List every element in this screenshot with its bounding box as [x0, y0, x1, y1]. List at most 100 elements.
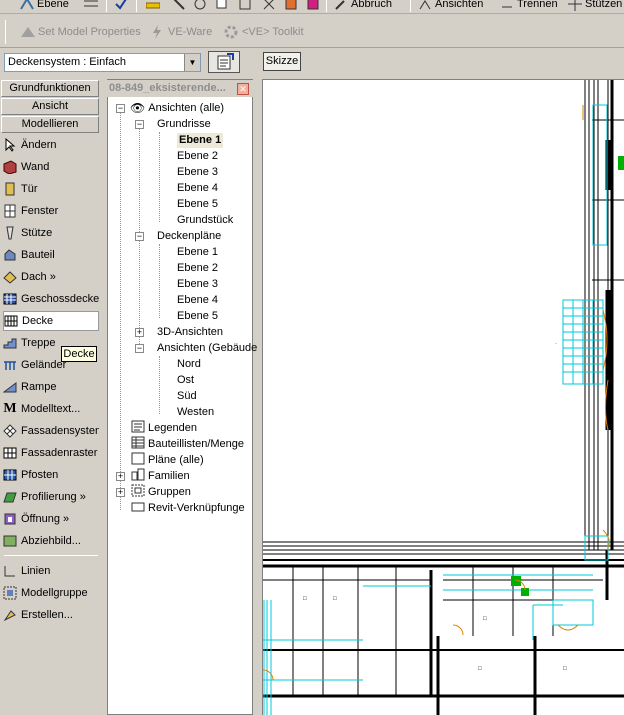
tree-gebaeude-item[interactable]: Nord — [177, 357, 201, 372]
tree-deckenplan-item[interactable]: Ebene 3 — [177, 277, 218, 292]
tree-grundriss-item[interactable]: Grundstück — [177, 213, 233, 228]
design-item-linien[interactable]: Linien — [3, 561, 99, 581]
design-item-modellgruppe[interactable]: Modellgruppe — [3, 583, 99, 603]
design-item-decke[interactable]: Decke — [3, 311, 99, 331]
column-icon — [3, 226, 17, 240]
ve-ware-button[interactable]: VE-Ware — [150, 24, 212, 40]
collapse-icon[interactable]: − — [135, 120, 144, 129]
design-item-wand[interactable]: Wand — [3, 157, 99, 177]
measure-icon[interactable] — [145, 0, 161, 12]
split-icon — [500, 0, 514, 11]
decal-icon — [3, 534, 17, 548]
gear-icon — [224, 25, 238, 39]
tree-bauteillisten[interactable]: Bauteillisten/Menge — [131, 436, 244, 452]
project-browser-title: 08-849_eksisterende... — [107, 80, 253, 97]
expand-icon[interactable]: + — [116, 488, 125, 497]
design-bar: Grundfunktionen Ansicht Modellieren Ände… — [0, 79, 102, 715]
tree-gebaeude-item[interactable]: Westen — [177, 405, 214, 420]
drawing-canvas[interactable]: □ □ □ □ □ · — [262, 79, 624, 715]
design-item-abziehbild[interactable]: Abziehbild... — [3, 531, 99, 551]
set-model-properties-button[interactable]: Set Model Properties — [20, 24, 141, 40]
array-icon[interactable] — [284, 0, 298, 12]
mullion-icon — [3, 468, 17, 482]
design-item-tuer[interactable]: Tür — [3, 179, 99, 199]
type-properties-button[interactable] — [208, 51, 240, 73]
views-button[interactable]: Ansichten — [418, 0, 483, 12]
tree-deckenplan-item[interactable]: Ebene 5 — [177, 309, 218, 324]
design-item-fassadenraster[interactable]: Fassadenraster — [3, 443, 99, 463]
tree-gruppen[interactable]: Gruppen — [131, 484, 191, 500]
collapse-icon[interactable]: − — [135, 344, 144, 353]
tree-grundriss-item[interactable]: Ebene 3 — [177, 165, 218, 180]
split-button[interactable]: Trennen — [500, 0, 558, 12]
tree-ansichten-alle[interactable]: 👁 Ansichten (alle) — [130, 101, 224, 116]
design-item-fassadensystem[interactable]: Fassadensystem — [3, 421, 99, 441]
design-item-profilierung[interactable]: Profilierung » — [3, 487, 99, 507]
tab-ansicht[interactable]: Ansicht — [1, 98, 99, 115]
trim-icon[interactable] — [193, 0, 207, 12]
tree-grundriss-item[interactable]: Ebene 4 — [177, 181, 218, 196]
model-text-icon: M — [3, 401, 17, 416]
design-item-modelltext[interactable]: M Modelltext... — [3, 399, 99, 419]
tree-deckenplan-item[interactable]: Ebene 4 — [177, 293, 218, 308]
tree-familien[interactable]: Familien — [131, 468, 190, 484]
tree-grundrisse[interactable]: Grundrisse — [157, 117, 211, 132]
expand-icon[interactable]: + — [135, 328, 144, 337]
tree-gebaeude-item[interactable]: Süd — [177, 389, 197, 404]
design-item-bauteil[interactable]: Bauteil — [3, 245, 99, 265]
close-icon[interactable]: ✕ — [237, 83, 249, 95]
columns-button[interactable]: Stützen — [568, 0, 622, 12]
chevron-down-icon[interactable]: ▼ — [184, 54, 200, 71]
tree-legenden[interactable]: Legenden — [131, 420, 197, 436]
tree-grundriss-item[interactable]: Ebene 1 — [177, 133, 224, 148]
align-icon[interactable] — [172, 0, 186, 12]
profile-icon — [3, 490, 17, 504]
design-item-fenster[interactable]: Fenster — [3, 201, 99, 221]
sketch-button[interactable]: Skizze — [263, 52, 301, 71]
design-item-pfosten[interactable]: Pfosten — [3, 465, 99, 485]
tab-grundfunktionen[interactable]: Grundfunktionen — [1, 80, 99, 97]
arrow-icon — [3, 138, 17, 152]
design-item-oeffnung[interactable]: Öffnung » — [3, 509, 99, 529]
copy-icon[interactable] — [215, 0, 229, 12]
ve-toolkit-button[interactable]: <VE> Toolkit — [224, 24, 304, 40]
component-icon — [3, 248, 17, 262]
tree-ansichten-gebaeude[interactable]: Ansichten (Gebäude — [157, 341, 257, 356]
design-item-rampe[interactable]: Rampe — [3, 377, 99, 397]
design-item-stuetze[interactable]: Stütze — [3, 223, 99, 243]
tree-3d-ansichten[interactable]: 3D-Ansichten — [157, 325, 223, 340]
tree-grundriss-item[interactable]: Ebene 5 — [177, 197, 218, 212]
collapse-icon[interactable]: − — [135, 232, 144, 241]
expand-icon[interactable]: + — [116, 472, 125, 481]
move-icon[interactable] — [238, 0, 252, 12]
tooltip: Decke — [61, 346, 97, 362]
design-item-aendern[interactable]: Ändern — [3, 135, 99, 155]
tree-plaene[interactable]: Pläne (alle) — [131, 452, 204, 468]
rotate-icon[interactable] — [262, 0, 276, 12]
type-selector[interactable]: Deckensystem : Einfach ▼ — [4, 53, 201, 72]
create-icon — [3, 608, 17, 622]
collapse-icon[interactable]: − — [116, 104, 125, 113]
door-icon — [3, 182, 17, 196]
column-grid-icon — [568, 0, 582, 11]
grid-icon[interactable] — [84, 0, 98, 12]
stairs-icon — [3, 336, 17, 350]
curtain-system-icon — [3, 424, 17, 438]
hammer-icon — [334, 0, 348, 11]
tab-modellieren[interactable]: Modellieren — [1, 116, 99, 133]
mirror-icon[interactable] — [306, 0, 320, 12]
tree-deckenplan-item[interactable]: Ebene 1 — [177, 245, 218, 260]
tree-deckenplan-item[interactable]: Ebene 2 — [177, 261, 218, 276]
design-item-dach[interactable]: Dach » — [3, 267, 99, 287]
svg-text:□: □ — [483, 616, 487, 622]
tree-gebaeude-item[interactable]: Ost — [177, 373, 194, 388]
demolish-button[interactable]: Abbruch — [334, 0, 392, 12]
tree-revit-links[interactable]: Revit-Verknüpfunge — [131, 501, 245, 516]
level-button[interactable]: Ebene — [20, 0, 69, 12]
design-item-erstellen[interactable]: Erstellen... — [3, 605, 99, 625]
design-item-geschossdecke[interactable]: Geschossdecke — [3, 289, 99, 309]
tree-deckenplaene[interactable]: Deckenpläne — [157, 229, 221, 244]
wall-icon — [3, 160, 17, 174]
tree-grundriss-item[interactable]: Ebene 2 — [177, 149, 218, 164]
check-icon[interactable] — [114, 0, 128, 12]
